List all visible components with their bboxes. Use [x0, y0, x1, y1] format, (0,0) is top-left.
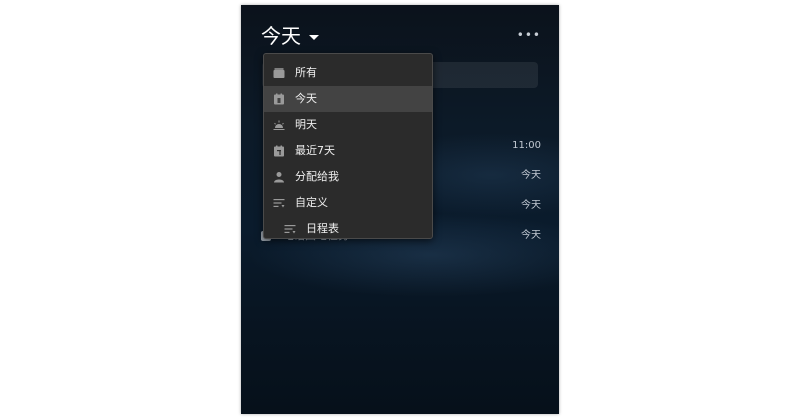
more-options-button[interactable]: •••	[517, 29, 541, 41]
menu-item-assigned-to-me[interactable]: 分配给我	[264, 164, 432, 190]
menu-item-next-7-days[interactable]: 最近7天	[264, 138, 432, 164]
menu-item-label: 分配给我	[295, 170, 339, 183]
calendar-today-icon	[273, 93, 285, 105]
menu-item-label: 所有	[295, 66, 317, 79]
menu-item-label: 日程表	[306, 222, 339, 235]
task-due: 11:00	[512, 140, 541, 151]
task-due: 今天	[521, 200, 541, 211]
person-icon	[273, 171, 285, 183]
menu-item-custom[interactable]: 自定义	[264, 190, 432, 216]
filter-icon	[273, 197, 285, 209]
menu-item-schedule[interactable]: 日程表	[264, 216, 432, 238]
menu-item-label: 自定义	[295, 196, 328, 209]
menu-item-tomorrow[interactable]: 明天	[264, 112, 432, 138]
filter-icon	[284, 223, 296, 235]
task-due: 今天	[521, 230, 541, 241]
menu-item-label: 明天	[295, 118, 317, 131]
sunrise-icon	[273, 119, 285, 131]
view-selector[interactable]: 今天	[261, 23, 319, 49]
app-window: 今天 ••• 11:00 今天 今天 电话回电任务 今天 所有 今天	[241, 5, 559, 414]
page-title: 今天	[261, 24, 301, 48]
menu-item-today[interactable]: 今天	[264, 86, 432, 112]
menu-item-label: 今天	[295, 92, 317, 105]
menu-item-label: 最近7天	[295, 144, 335, 157]
inbox-icon	[273, 67, 285, 79]
task-due: 今天	[521, 170, 541, 181]
view-dropdown-menu: 所有 今天 明天 最近7天 分配给我 自定义 日程表	[263, 53, 433, 239]
chevron-down-icon	[309, 34, 319, 40]
menu-item-all[interactable]: 所有	[264, 60, 432, 86]
calendar-week-icon	[273, 145, 285, 157]
